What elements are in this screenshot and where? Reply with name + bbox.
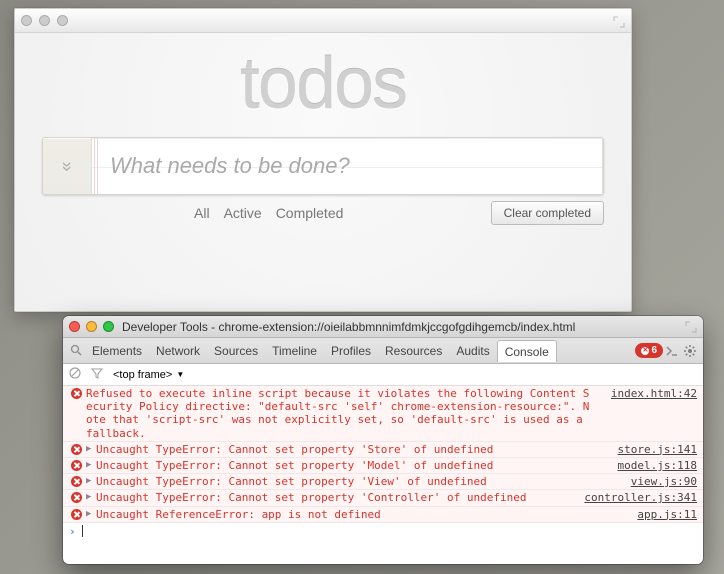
console-error-row[interactable]: ▶Uncaught TypeError: Cannot set property…	[63, 442, 703, 458]
error-count: 6	[651, 345, 657, 356]
settings-icon[interactable]	[681, 344, 699, 358]
expand-triangle-icon[interactable]: ▶	[86, 509, 95, 520]
console-source-link[interactable]: model.js:118	[606, 459, 697, 472]
console-source-link[interactable]: store.js:141	[606, 443, 697, 456]
error-icon	[69, 475, 83, 488]
console-source-link[interactable]: controller.js:341	[572, 491, 697, 504]
toggle-all-button[interactable]: »	[43, 138, 91, 194]
expand-icon[interactable]	[685, 321, 697, 333]
tab-resources[interactable]: Resources	[378, 338, 449, 363]
filter-active[interactable]: Active	[224, 205, 262, 221]
close-dot[interactable]	[69, 321, 80, 332]
expand-triangle-icon[interactable]: ▶	[86, 492, 95, 503]
console-source-link[interactable]: view.js:90	[619, 475, 697, 488]
error-icon	[69, 387, 83, 400]
chevron-down-icon: ▼	[176, 370, 184, 379]
traffic-lights	[21, 15, 68, 26]
tab-profiles[interactable]: Profiles	[324, 338, 378, 363]
app-titlebar[interactable]	[15, 9, 631, 33]
error-count-badge[interactable]: ✕ 6	[635, 343, 663, 358]
app-body: todos » What needs to be done? All Activ…	[15, 33, 631, 311]
tab-elements[interactable]: Elements	[85, 338, 149, 363]
devtools-tabs: Elements Network Sources Timeline Profil…	[63, 338, 703, 364]
filter-all[interactable]: All	[194, 205, 210, 221]
zoom-dot[interactable]	[103, 321, 114, 332]
expand-triangle-icon[interactable]: ▶	[86, 460, 95, 471]
console-error-row[interactable]: ▶Uncaught TypeError: Cannot set property…	[63, 474, 703, 490]
error-icon	[69, 508, 83, 521]
app-window: todos » What needs to be done? All Activ…	[14, 8, 632, 312]
console-output[interactable]: Refused to execute inline script because…	[63, 386, 703, 564]
new-todo-row: » What needs to be done?	[42, 137, 604, 195]
minimize-dot[interactable]	[86, 321, 97, 332]
chevron-down-icon: »	[56, 161, 77, 171]
filter-icon[interactable]	[91, 367, 103, 382]
frame-selector-label: <top frame>	[113, 369, 172, 381]
console-message: Refused to execute inline script because…	[86, 387, 599, 440]
minimize-dot[interactable]	[39, 15, 50, 26]
expand-triangle-icon[interactable]: ▶	[86, 476, 95, 487]
devtools-window: Developer Tools - chrome-extension://oie…	[63, 316, 703, 564]
clear-completed-button[interactable]: Clear completed	[491, 201, 604, 225]
console-message: Uncaught TypeError: Cannot set property …	[96, 459, 606, 472]
console-error-row[interactable]: ▶Uncaught TypeError: Cannot set property…	[63, 490, 703, 506]
zoom-dot[interactable]	[57, 15, 68, 26]
error-icon: ✕	[641, 347, 649, 355]
tab-sources[interactable]: Sources	[207, 338, 265, 363]
console-message: Uncaught TypeError: Cannot set property …	[96, 491, 572, 504]
console-error-row[interactable]: Refused to execute inline script because…	[63, 386, 703, 442]
tab-console[interactable]: Console	[497, 340, 557, 362]
devtools-title-text: Developer Tools - chrome-extension://oie…	[122, 320, 679, 334]
console-context-bar: <top frame> ▼	[63, 364, 703, 386]
filters: All Active Completed	[194, 205, 343, 221]
expand-triangle-icon[interactable]: ▶	[86, 444, 95, 455]
footer-row: All Active Completed Clear completed	[42, 201, 604, 225]
devtools-titlebar[interactable]: Developer Tools - chrome-extension://oie…	[63, 316, 703, 338]
console-message: Uncaught TypeError: Cannot set property …	[96, 475, 619, 488]
prompt-caret-icon: ›	[69, 525, 76, 538]
close-dot[interactable]	[21, 15, 32, 26]
app-title: todos	[240, 43, 406, 125]
console-message: Uncaught TypeError: Cannot set property …	[96, 443, 606, 456]
clear-console-icon[interactable]	[69, 367, 81, 382]
console-source-link[interactable]: app.js:11	[625, 508, 697, 521]
new-todo-input[interactable]: What needs to be done?	[91, 138, 603, 194]
text-cursor	[82, 525, 83, 537]
inspect-icon[interactable]	[67, 344, 85, 357]
filter-completed[interactable]: Completed	[276, 205, 344, 221]
new-todo-placeholder: What needs to be done?	[92, 153, 350, 179]
tab-timeline[interactable]: Timeline	[265, 338, 324, 363]
expand-icon[interactable]	[613, 15, 625, 27]
toggle-drawer-icon[interactable]	[663, 345, 681, 357]
console-message: Uncaught ReferenceError: app is not defi…	[96, 508, 625, 521]
error-icon	[69, 491, 83, 504]
console-prompt[interactable]: ›	[63, 523, 703, 540]
console-source-link[interactable]: index.html:42	[599, 387, 697, 400]
console-error-row[interactable]: ▶Uncaught ReferenceError: app is not def…	[63, 507, 703, 523]
console-error-row[interactable]: ▶Uncaught TypeError: Cannot set property…	[63, 458, 703, 474]
devtools-traffic-lights	[69, 321, 114, 332]
error-icon	[69, 459, 83, 472]
tab-network[interactable]: Network	[149, 338, 207, 363]
error-icon	[69, 443, 83, 456]
frame-selector[interactable]: <top frame> ▼	[113, 369, 184, 381]
tab-audits[interactable]: Audits	[449, 338, 496, 363]
